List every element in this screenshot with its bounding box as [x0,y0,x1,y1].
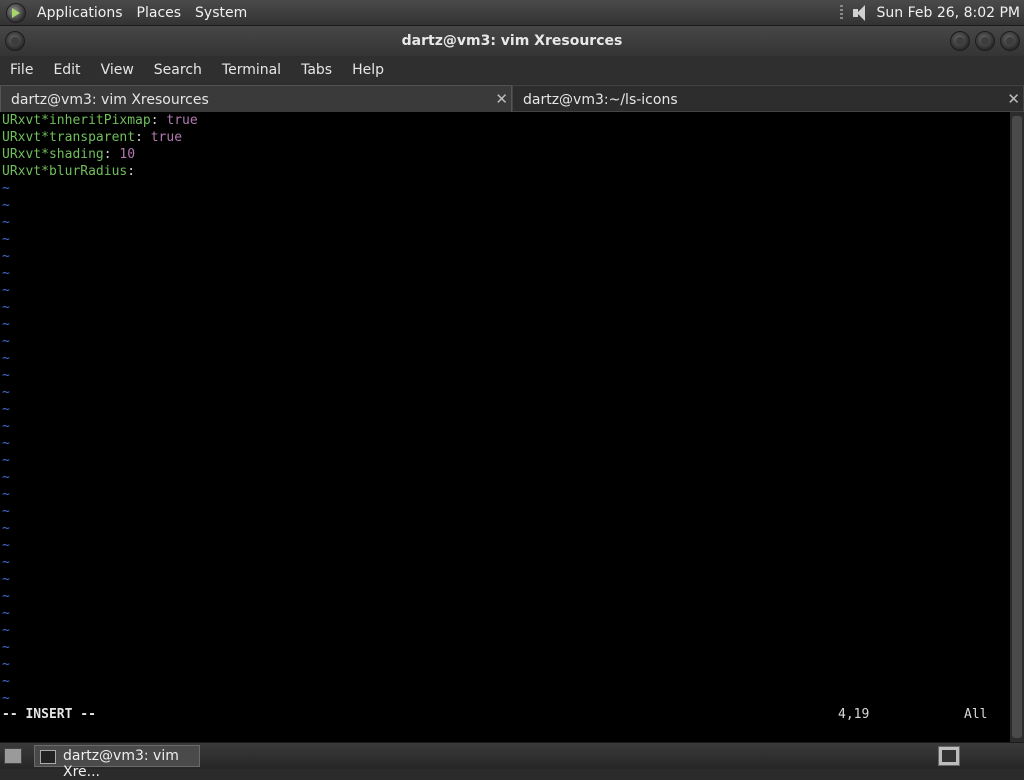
gnome-logo-icon[interactable] [6,2,26,23]
show-desktop-icon[interactable] [4,748,22,764]
config-sep: : [127,164,136,179]
menu-file[interactable]: File [0,62,43,78]
vim-empty-line-tilde: ~ [2,674,10,689]
clock[interactable]: Sun Feb 26, 8:02 PM [877,5,1020,21]
vim-empty-line-tilde: ~ [2,198,10,213]
vim-empty-line-tilde: ~ [2,572,10,587]
vim-empty-line-tilde: ~ [2,657,10,672]
config-value: 10 [119,147,136,162]
vim-empty-line-tilde: ~ [2,606,10,621]
tab-ls-icons[interactable]: dartz@vm3:~/ls-icons ✕ [512,85,1024,112]
config-key: URxvt*shading [2,147,104,162]
tab-label: dartz@vm3: vim Xresources [11,92,209,108]
menu-applications[interactable]: Applications [30,5,130,21]
config-key: URxvt*inheritPixmap [2,113,151,128]
vim-empty-line-tilde: ~ [2,249,10,264]
menu-places[interactable]: Places [130,5,189,21]
vim-empty-line-tilde: ~ [2,487,10,502]
minimize-button[interactable] [950,31,970,51]
close-window-button[interactable] [1000,31,1020,51]
vim-empty-line-tilde: ~ [2,402,10,417]
vim-empty-line-tilde: ~ [2,266,10,281]
vim-empty-line-tilde: ~ [2,470,10,485]
config-sep: : [150,113,167,128]
tab-label: dartz@vm3:~/ls-icons [523,92,678,108]
vim-empty-line-tilde: ~ [2,640,10,655]
vim-empty-line-tilde: ~ [2,691,10,706]
vim-empty-line-tilde: ~ [2,215,10,230]
taskbar-label: dartz@vm3: vim Xre... [63,748,179,780]
vim-empty-line-tilde: ~ [2,538,10,553]
menu-edit[interactable]: Edit [43,62,90,78]
vim-empty-line-tilde: ~ [2,385,10,400]
menu-tabs[interactable]: Tabs [291,62,342,78]
terminal-scrollbar[interactable] [1010,112,1024,742]
vim-empty-line-tilde: ~ [2,283,10,298]
vim-empty-line-tilde: ~ [2,181,10,196]
scrollbar-thumb[interactable] [1012,116,1022,738]
config-sep: : [103,147,120,162]
config-value: true [166,113,198,128]
panel-right: Sun Feb 26, 8:02 PM [839,0,1020,25]
config-line: URxvt*inheritPixmap: true [2,112,198,129]
vim-empty-line-tilde: ~ [2,589,10,604]
top-panel: Applications Places System Sun Feb 26, 8… [0,0,1024,26]
menu-search[interactable]: Search [144,62,212,78]
menu-system[interactable]: System [188,5,254,21]
menu-terminal[interactable]: Terminal [212,62,291,78]
vim-empty-line-tilde: ~ [2,453,10,468]
vim-empty-line-tilde: ~ [2,334,10,349]
workspace-icon[interactable] [938,746,960,766]
vim-empty-line-tilde: ~ [2,317,10,332]
vim-empty-line-tilde: ~ [2,300,10,315]
config-value: true [150,130,183,145]
maximize-button[interactable] [975,31,995,51]
config-line: URxvt*blurRadius: [2,163,135,180]
vim-empty-line-tilde: ~ [2,368,10,383]
volume-icon[interactable] [851,4,869,22]
config-line: URxvt*shading: 10 [2,146,135,163]
vim-empty-line-tilde: ~ [2,504,10,519]
tab-vim-xresources[interactable]: dartz@vm3: vim Xresources ✕ [0,85,512,112]
config-key: URxvt*transparent [2,130,136,145]
close-icon[interactable]: ✕ [1007,90,1020,108]
taskbar-button[interactable]: dartz@vm3: vim Xre... [34,745,200,780]
tab-bar: dartz@vm3: vim Xresources ✕ dartz@vm3:~/… [0,85,1024,112]
vim-empty-line-tilde: ~ [2,232,10,247]
terminal-output[interactable]: URxvt*inheritPixmap: true URxvt*transpar… [0,112,1010,742]
menubar: File Edit View Search Terminal Tabs Help [0,56,1024,84]
vim-mode-indicator: -- INSERT -- [2,707,96,722]
vim-scroll-state: All [964,707,988,722]
config-key: URxvt*blurRadius [2,164,128,179]
vim-empty-line-tilde: ~ [2,351,10,366]
vim-empty-line-tilde: ~ [2,436,10,451]
vim-empty-line-tilde: ~ [2,419,10,434]
vim-empty-line-tilde: ~ [2,521,10,536]
panel-handle [839,4,843,21]
vim-empty-line-tilde: ~ [2,623,10,638]
panel-left: Applications Places System [6,0,254,25]
window-titlebar[interactable]: dartz@vm3: vim Xresources [0,26,1024,56]
config-sep: : [135,130,151,145]
window-title: dartz@vm3: vim Xresources [401,33,623,49]
config-line: URxvt*transparent: true [2,129,182,146]
bottom-panel: dartz@vm3: vim Xre... [0,742,1024,780]
terminal-icon [40,750,56,764]
menu-help[interactable]: Help [342,62,394,78]
vim-empty-line-tilde: ~ [2,555,10,570]
vim-cursor-position: 4,19 [838,707,870,722]
close-icon[interactable]: ✕ [495,90,508,108]
menu-view[interactable]: View [91,62,144,78]
